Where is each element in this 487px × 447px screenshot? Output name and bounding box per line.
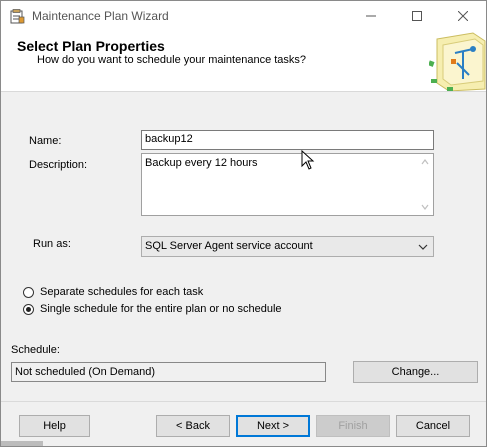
maximize-icon bbox=[412, 11, 422, 21]
resize-grip[interactable] bbox=[1, 441, 43, 446]
description-field[interactable]: Backup every 12 hours bbox=[141, 153, 434, 216]
scroll-down-icon[interactable] bbox=[420, 202, 430, 212]
footer-divider bbox=[1, 401, 486, 402]
schedule-value: Not scheduled (On Demand) bbox=[15, 366, 156, 378]
mouse-cursor-icon bbox=[301, 150, 315, 170]
run-as-value: SQL Server Agent service account bbox=[145, 240, 313, 252]
separate-schedules-radio[interactable] bbox=[23, 286, 34, 298]
chevron-down-icon bbox=[418, 244, 428, 250]
page-title: Select Plan Properties bbox=[17, 38, 165, 54]
single-schedule-option[interactable]: Single schedule for the entire plan or n… bbox=[23, 303, 282, 315]
wizard-window: Maintenance Plan Wizard Select Plan Prop… bbox=[0, 0, 487, 447]
name-field[interactable]: backup12 bbox=[141, 130, 434, 150]
title-bar: Maintenance Plan Wizard bbox=[1, 1, 486, 31]
finish-button[interactable]: Finish bbox=[316, 415, 390, 437]
separate-schedules-option[interactable]: Separate schedules for each task bbox=[23, 286, 203, 298]
page-subtitle: How do you want to schedule your mainten… bbox=[37, 54, 307, 66]
close-button[interactable] bbox=[440, 1, 486, 31]
description-field-value: Backup every 12 hours bbox=[145, 157, 258, 169]
minimize-button[interactable] bbox=[348, 1, 394, 31]
separate-schedules-label: Separate schedules for each task bbox=[40, 286, 204, 298]
description-label: Description: bbox=[29, 159, 88, 171]
wizard-header: Select Plan Properties How do you want t… bbox=[1, 31, 486, 92]
back-button[interactable]: < Back bbox=[156, 415, 230, 437]
next-button[interactable]: Next > bbox=[236, 415, 310, 437]
name-field-value: backup12 bbox=[145, 133, 193, 145]
run-as-label: Run as: bbox=[33, 238, 71, 250]
name-label: Name: bbox=[29, 135, 62, 147]
maximize-button[interactable] bbox=[394, 1, 440, 31]
run-as-dropdown[interactable]: SQL Server Agent service account bbox=[141, 236, 434, 257]
window-title: Maintenance Plan Wizard bbox=[32, 9, 169, 23]
change-schedule-button[interactable]: Change... bbox=[353, 361, 478, 383]
schedule-label: Schedule: bbox=[11, 344, 60, 356]
schedule-field: Not scheduled (On Demand) bbox=[11, 362, 326, 382]
cancel-button[interactable]: Cancel bbox=[396, 415, 470, 437]
minimize-icon bbox=[366, 15, 376, 17]
close-icon bbox=[458, 11, 468, 21]
help-button[interactable]: Help bbox=[19, 415, 90, 437]
maintenance-plan-icon bbox=[10, 9, 25, 24]
scroll-up-icon[interactable] bbox=[420, 157, 430, 167]
description-scrollbar[interactable] bbox=[416, 154, 433, 215]
single-schedule-radio[interactable] bbox=[23, 303, 34, 315]
wizard-graphic-icon bbox=[429, 32, 486, 91]
single-schedule-label: Single schedule for the entire plan or n… bbox=[40, 303, 282, 315]
